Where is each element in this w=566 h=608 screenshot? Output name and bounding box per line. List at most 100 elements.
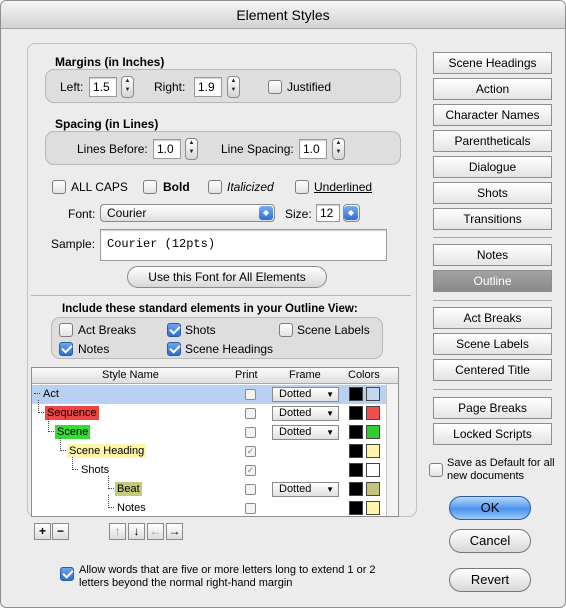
element-button-transitions[interactable]: Transitions	[433, 208, 552, 230]
bg-color-swatch[interactable]	[366, 501, 380, 515]
text-color-swatch[interactable]	[349, 444, 363, 458]
table-row[interactable]: Beat Dotted ▼	[32, 476, 386, 499]
triangle-down-icon: ▼	[326, 390, 334, 399]
element-button-scene-headings[interactable]: Scene Headings	[433, 52, 552, 74]
text-color-swatch[interactable]	[349, 425, 363, 439]
font-popup[interactable]: Courier ◆	[100, 204, 275, 222]
frame-popup[interactable]: Dotted ▼	[272, 406, 339, 421]
all-caps-checkbox[interactable]	[52, 180, 66, 194]
act-breaks-label: Act Breaks	[78, 323, 137, 337]
table-row[interactable]: Act Dotted ▼	[32, 385, 386, 404]
margin-left-field[interactable]: 1.5	[89, 77, 117, 97]
margin-right-stepper[interactable]: ▲ ▼	[227, 76, 240, 98]
element-button-notes[interactable]: Notes	[433, 244, 552, 266]
bg-color-swatch[interactable]	[366, 444, 380, 458]
shots-checkbox[interactable]	[167, 323, 181, 337]
element-button-centered-title[interactable]: Centered Title	[433, 359, 552, 381]
scene-labels-label: Scene Labels	[297, 323, 370, 337]
bg-color-swatch[interactable]	[366, 406, 380, 420]
scene-headings-checkbox[interactable]	[167, 342, 181, 356]
element-button-shots[interactable]: Shots	[433, 182, 552, 204]
text-color-swatch[interactable]	[349, 501, 363, 515]
print-checkbox[interactable]	[245, 427, 256, 438]
allow-words-checkbox[interactable]	[60, 567, 74, 581]
margin-right-field[interactable]: 1.9	[194, 77, 222, 97]
frame-popup[interactable]: Dotted ▼	[272, 482, 339, 497]
print-checkbox[interactable]: ✓	[245, 465, 256, 476]
text-color-swatch[interactable]	[349, 406, 363, 420]
margin-left-stepper[interactable]: ▲ ▼	[121, 76, 134, 98]
element-button-outline[interactable]: Outline	[433, 270, 552, 292]
line-spacing-field[interactable]: 1.0	[299, 139, 327, 159]
col-frame[interactable]: Frame	[289, 369, 321, 381]
print-checkbox[interactable]: ✓	[245, 446, 256, 457]
bg-color-swatch[interactable]	[366, 387, 380, 401]
move-up-button[interactable]: ↑	[109, 523, 126, 540]
lines-before-field[interactable]: 1.0	[153, 139, 181, 159]
bg-color-swatch[interactable]	[366, 425, 380, 439]
window-title: Element Styles	[1, 1, 565, 29]
italic-label: Italicized	[227, 180, 274, 194]
ok-button[interactable]: OK	[449, 496, 531, 520]
table-row[interactable]: Notes	[32, 495, 386, 516]
table-row[interactable]: Scene Dotted ▼	[32, 419, 386, 442]
print-checkbox[interactable]	[245, 503, 256, 514]
element-button-parentheticals[interactable]: Parentheticals	[433, 130, 552, 152]
col-print[interactable]: Print	[235, 369, 258, 381]
element-button-character-names[interactable]: Character Names	[433, 104, 552, 126]
table-row[interactable]: Sequence Dotted ▼	[32, 400, 386, 423]
italic-checkbox[interactable]	[208, 180, 222, 194]
bg-color-swatch[interactable]	[366, 463, 380, 477]
cancel-button[interactable]: Cancel	[449, 529, 531, 553]
row-name: Sequence	[45, 406, 99, 420]
notes-checkbox[interactable]	[59, 342, 73, 356]
element-button-locked-scripts[interactable]: Locked Scripts	[433, 423, 552, 445]
element-button-action[interactable]: Action	[433, 78, 552, 100]
frame-popup[interactable]: Dotted ▼	[272, 387, 339, 402]
add-style-button[interactable]: +	[34, 523, 51, 540]
spacing-title: Spacing (in Lines)	[55, 117, 159, 131]
element-button-dialogue[interactable]: Dialogue	[433, 156, 552, 178]
bold-checkbox[interactable]	[143, 180, 157, 194]
size-field[interactable]: 12	[316, 204, 340, 222]
line-spacing-stepper[interactable]: ▲ ▼	[332, 138, 345, 160]
save-default-checkbox[interactable]	[429, 463, 443, 477]
col-colors[interactable]: Colors	[348, 369, 380, 381]
element-button-scene-labels[interactable]: Scene Labels	[433, 333, 552, 355]
act-breaks-checkbox[interactable]	[59, 323, 73, 337]
print-checkbox[interactable]	[245, 484, 256, 495]
justified-checkbox[interactable]	[268, 80, 282, 94]
frame-value: Dotted	[279, 407, 312, 419]
table-row[interactable]: Shots ✓	[32, 457, 386, 480]
move-down-button[interactable]: ↓	[128, 523, 145, 540]
frame-popup[interactable]: Dotted ▼	[272, 425, 339, 440]
style-table: Style Name Print Frame Colors Act Dotted…	[31, 367, 399, 517]
text-color-swatch[interactable]	[349, 482, 363, 496]
scene-labels-checkbox[interactable]	[279, 323, 293, 337]
revert-button[interactable]: Revert	[449, 568, 531, 592]
print-checkbox[interactable]	[245, 408, 256, 419]
bg-color-swatch[interactable]	[366, 482, 380, 496]
margins-title: Margins (in Inches)	[55, 55, 165, 69]
text-color-swatch[interactable]	[349, 463, 363, 477]
remove-style-button[interactable]: −	[52, 523, 69, 540]
col-style-name[interactable]: Style Name	[102, 369, 159, 381]
sample-field: Courier (12pts)	[100, 229, 387, 261]
lines-before-stepper[interactable]: ▲ ▼	[185, 138, 198, 160]
sample-label: Sample:	[51, 237, 96, 251]
text-color-swatch[interactable]	[349, 387, 363, 401]
element-button-page-breaks[interactable]: Page Breaks	[433, 397, 552, 419]
print-checkbox[interactable]	[245, 389, 256, 400]
outdent-button[interactable]: ←	[147, 523, 164, 540]
indent-button[interactable]: →	[166, 523, 183, 540]
row-name: Notes	[117, 502, 146, 514]
save-default-label: Save as Default for all new documents	[447, 457, 555, 482]
table-scrollbar[interactable]	[386, 384, 398, 516]
size-popup-button[interactable]: ◆	[343, 204, 360, 222]
divider	[433, 237, 552, 238]
lines-before-label: Lines Before:	[77, 142, 148, 156]
element-button-act-breaks[interactable]: Act Breaks	[433, 307, 552, 329]
underline-checkbox[interactable]	[295, 180, 309, 194]
use-font-for-all-button[interactable]: Use this Font for All Elements	[127, 266, 327, 288]
table-row[interactable]: Scene Heading ✓	[32, 438, 386, 461]
